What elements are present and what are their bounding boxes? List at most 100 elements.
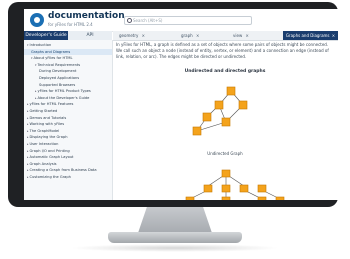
sidebar-item-label: The GraphModel [29, 128, 60, 133]
chevron-right-icon[interactable]: ▸ [35, 89, 37, 93]
intro-paragraph: In yFiles for HTML, a graph is defined a… [116, 42, 329, 59]
sidebar-item[interactable]: ▸The GraphModel [24, 128, 112, 134]
sidebar-item-label: Displaying the Graph [29, 135, 68, 140]
graph-node [239, 184, 249, 193]
graph-node [221, 184, 231, 193]
graph-node [221, 169, 231, 178]
sidebar-item-label: Demos and Tutorials [29, 115, 67, 120]
tab-label: graph [181, 33, 193, 38]
sidebar-item-label: Working with yFiles [29, 122, 65, 127]
tab-label: view [233, 33, 243, 38]
sidebar-item-label: During Development [39, 69, 77, 74]
chevron-right-icon[interactable]: ▸ [27, 109, 29, 113]
close-icon[interactable]: × [332, 33, 335, 38]
chevron-right-icon[interactable]: ▸ [27, 162, 29, 166]
sidebar-item[interactable]: Deployed Applications [24, 75, 112, 81]
sidebar-item-label: Automatic Graph Layout [29, 155, 74, 160]
tab-label: geometry [119, 33, 139, 38]
chevron-right-icon[interactable]: ▸ [27, 168, 29, 172]
sidebar-item[interactable]: Supported Browsers [24, 82, 112, 88]
graph-node [192, 126, 202, 136]
graph-node [257, 184, 267, 193]
chevron-right-icon[interactable]: ▸ [27, 155, 29, 159]
chevron-right-icon[interactable]: ▸ [35, 96, 37, 100]
graph-node [203, 184, 213, 193]
sidebar-item-label: Supported Browsers [39, 82, 76, 87]
chevron-right-icon[interactable]: ▸ [27, 129, 29, 133]
chevron-right-icon[interactable]: ▸ [27, 102, 29, 106]
sidebar-item-label: yFiles for HTML Product Types [37, 89, 91, 94]
chevron-down-icon[interactable]: ▾ [35, 63, 37, 67]
sidebar-item-label: Graph I/O and Printing [29, 148, 70, 153]
sidebar-item-label: User Interaction [29, 142, 59, 146]
sidebar-item[interactable]: ▸Automatic Graph Layout [24, 154, 112, 160]
chevron-right-icon[interactable]: ▸ [27, 175, 29, 179]
graph-edge [196, 121, 227, 132]
sidebar-item[interactable]: ▸About the Developer's Guide [24, 95, 112, 101]
sidebar-item-label: Deployed Applications [39, 76, 80, 80]
sidebar-item[interactable]: ▸User Interaction [24, 141, 112, 147]
close-icon[interactable]: × [246, 33, 249, 38]
tab-api[interactable]: API [68, 31, 112, 40]
yfiles-logo-icon[interactable] [30, 13, 44, 27]
sidebar-item-label: Introduction [29, 43, 52, 47]
chevron-right-icon[interactable]: ▸ [27, 135, 29, 139]
sidebar-item-label: Technical Requirements [37, 62, 81, 67]
chevron-down-icon[interactable]: ▾ [27, 43, 29, 47]
sidebar-item-label: Creating a Graph from Business Data [29, 168, 97, 173]
directed-graph-diagram [185, 169, 285, 200]
floor-shadow [70, 244, 280, 252]
sidebar-item[interactable]: ▸yFiles for HTML Features [24, 101, 112, 107]
brand-subtitle: for yFiles for HTML 2.4 [48, 22, 93, 27]
chevron-right-icon[interactable]: ▸ [27, 142, 29, 146]
close-icon[interactable]: × [196, 33, 199, 38]
sidebar-item[interactable]: Graphs and Diagrams [24, 48, 112, 55]
graph-node [275, 196, 285, 200]
sidebar-item[interactable]: ▸Demos and Tutorials [24, 115, 112, 121]
undirected-graph-diagram [192, 86, 248, 136]
tab-geometry[interactable]: geometry × [119, 31, 161, 40]
tab-graph[interactable]: graph × [181, 31, 215, 40]
sidebar-item[interactable]: ▸Getting Started [24, 108, 112, 114]
sidebar-item-label: About the Developer's Guide [37, 95, 90, 100]
sidebar-item[interactable]: ▸Creating a Graph from Business Data [24, 167, 112, 173]
sidebar-item[interactable]: ▸yFiles for HTML Product Types [24, 88, 112, 94]
sidebar-item[interactable]: ▸Graph I/O and Printing [24, 148, 112, 154]
tab-label: Graphs and Diagrams [285, 33, 330, 38]
chevron-right-icon[interactable]: ▸ [27, 149, 29, 153]
close-icon[interactable]: × [142, 33, 145, 38]
top-header: documentation for yFiles for HTML 2.4 Se… [24, 9, 338, 32]
sidebar-item-label: yFiles for HTML Features [29, 102, 74, 107]
search-icon [127, 18, 132, 23]
monitor-frame: documentation for yFiles for HTML 2.4 Se… [8, 2, 338, 207]
sidebar-item[interactable]: ▸Customizing the Graph [24, 174, 112, 180]
graph-node [238, 100, 248, 110]
graph-node [221, 196, 231, 200]
chevron-right-icon[interactable]: ▸ [27, 122, 29, 126]
tab-view[interactable]: view × [233, 31, 267, 40]
document-tabbar: geometry × graph × view × Graphs and Dia… [113, 31, 338, 41]
graph-node [185, 196, 195, 200]
tab-developers-guide[interactable]: Developer's Guide [24, 31, 68, 40]
sidebar-item[interactable]: ▸Displaying the Graph [24, 134, 112, 140]
chevron-right-icon[interactable]: ▸ [27, 116, 29, 120]
chevron-down-icon[interactable]: ▾ [31, 56, 33, 60]
sidebar-nav: ▾Introduction Graphs and Diagrams ▾About y… [24, 40, 113, 200]
sidebar-item[interactable]: ▸Graph Analysis [24, 161, 112, 167]
tab-graphs-and-diagrams[interactable]: Graphs and Diagrams × [283, 31, 338, 40]
sidebar-item[interactable]: ▾Introduction [24, 42, 112, 48]
sidebar-item-label: Graphs and Diagrams [31, 49, 71, 54]
search-input[interactable]: Search (Alt+S) [124, 16, 252, 25]
sidebar-item[interactable]: During Development [24, 68, 112, 74]
sidebar-tabs: Developer's Guide API [24, 31, 112, 40]
sidebar-item[interactable]: ▾Technical Requirements [24, 62, 112, 68]
sidebar-item[interactable]: ▾About yFiles for HTML [24, 55, 112, 61]
graph-node [226, 86, 236, 96]
figure-caption: Undirected Graph [207, 151, 243, 156]
sidebar-item[interactable]: ▸Working with yFiles [24, 121, 112, 127]
graph-node [214, 100, 224, 110]
brand-title[interactable]: documentation [48, 11, 125, 21]
sidebar-item-label: Graph Analysis [29, 161, 57, 166]
monitor-stand-neck [138, 207, 212, 233]
search-placeholder: Search (Alt+S) [133, 18, 163, 23]
